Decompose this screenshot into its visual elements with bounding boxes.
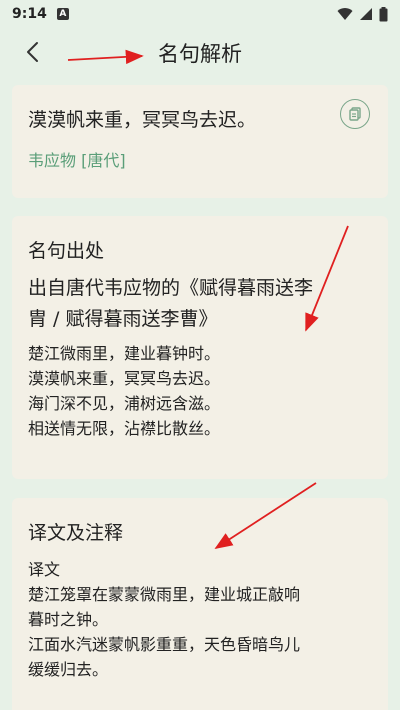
translation-line: 江面水汽迷蒙帆影重重，天色昏暗鸟儿	[28, 635, 301, 654]
translation-line: 楚江笼罩在蒙蒙微雨里，建业城正敲响	[28, 585, 301, 604]
battery-icon	[379, 6, 388, 21]
translation-card: 译文及注释 译文 楚江笼罩在蒙蒙微雨里，建业城正敲响 暮时之钟。 江面水汽迷蒙帆…	[12, 498, 388, 710]
wifi-icon	[337, 8, 353, 20]
translation-label: 译文	[28, 560, 61, 579]
app-bar: 名句解析	[0, 28, 400, 78]
quote-text: 漠漠帆来重，冥冥鸟去迟。	[28, 109, 257, 131]
signal-icon	[360, 8, 372, 20]
source-card: 名句出处 出自唐代韦应物的《赋得暮雨送李 胄 / 赋得暮雨送李曹》 楚江微雨里，…	[12, 216, 388, 479]
notification-icon: A	[56, 8, 69, 20]
source-line: 胄 / 赋得暮雨送李曹》	[28, 308, 218, 330]
source-text: 出自唐代韦应物的《赋得暮雨送李 胄 / 赋得暮雨送李曹》	[28, 273, 372, 335]
status-icons	[337, 6, 388, 22]
section-title-translation: 译文及注释	[28, 522, 124, 544]
poem: 楚江微雨里，建业暮钟时。 漠漠帆来重，冥冥鸟去迟。 海门深不见，浦树远含滋。 相…	[28, 341, 372, 441]
translation-line: 缓缓归去。	[28, 660, 109, 679]
source-line: 出自唐代韦应物的《赋得暮雨送李	[28, 277, 314, 299]
page-title: 名句解析	[158, 42, 242, 66]
poem-line: 相送情无限，沾襟比散丝。	[28, 419, 221, 438]
copy-button[interactable]	[340, 99, 370, 129]
author-link[interactable]: 韦应物 [唐代]	[28, 147, 126, 171]
quote-card: 漠漠帆来重，冥冥鸟去迟。 韦应物 [唐代]	[12, 85, 388, 198]
status-bar: 9:14 A	[0, 0, 400, 28]
section-title-source: 名句出处	[28, 240, 105, 262]
translation-line: 暮时之钟。	[28, 610, 109, 629]
poem-line: 海门深不见，浦树远含滋。	[28, 394, 221, 413]
copy-icon	[349, 107, 361, 121]
status-time: 9:14	[12, 6, 47, 22]
poem-line: 楚江微雨里，建业暮钟时。	[28, 344, 221, 363]
poem-line: 漠漠帆来重，冥冥鸟去迟。	[28, 369, 221, 388]
